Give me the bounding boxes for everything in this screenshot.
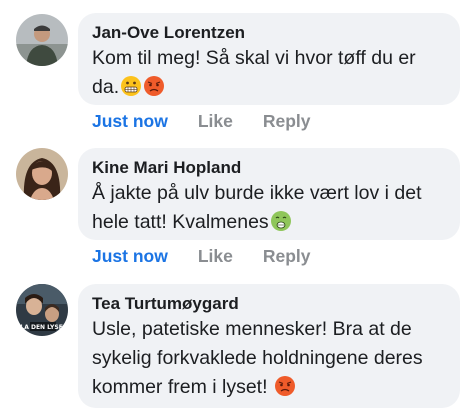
like-button[interactable]: Like bbox=[198, 246, 233, 266]
comment-bubble: Kine Mari Hopland Å jakte på ulv burde i… bbox=[78, 148, 460, 240]
avatar-photo bbox=[16, 148, 68, 200]
reply-button[interactable]: Reply bbox=[263, 111, 311, 131]
avatar[interactable]: LA DEN LYSE! bbox=[16, 284, 68, 336]
pouting-face-icon bbox=[144, 76, 165, 96]
comment-author[interactable]: Tea Turtumøygard bbox=[92, 293, 446, 315]
comment-actions: Just now Like Reply bbox=[92, 110, 341, 132]
comment-author[interactable]: Jan-Ove Lorentzen bbox=[92, 22, 446, 44]
comment-actions: Just now Like Reply bbox=[92, 245, 341, 267]
nauseated-face-icon bbox=[270, 211, 291, 231]
like-button[interactable]: Like bbox=[198, 111, 233, 131]
avatar-caption: LA DEN LYSE! bbox=[20, 324, 65, 331]
comment-text: Kom til meg! Så skal vi hvor tøff du er … bbox=[92, 44, 446, 102]
comment-text-content: Usle, patetiske mennesker! Bra at de syk… bbox=[92, 318, 423, 398]
comment-text: Å jakte på ulv burde ikke vært lov i det… bbox=[92, 179, 446, 237]
comment-author[interactable]: Kine Mari Hopland bbox=[92, 157, 446, 179]
timestamp-link[interactable]: Just now bbox=[92, 111, 168, 131]
grimacing-face-icon bbox=[121, 76, 142, 96]
avatar[interactable] bbox=[16, 14, 68, 66]
reply-button[interactable]: Reply bbox=[263, 246, 311, 266]
avatar-photo bbox=[16, 14, 68, 66]
pouting-face-icon bbox=[274, 376, 295, 396]
comment-bubble: Jan-Ove Lorentzen Kom til meg! Så skal v… bbox=[78, 13, 460, 105]
comment-text: Usle, patetiske mennesker! Bra at de syk… bbox=[92, 315, 446, 402]
timestamp-link[interactable]: Just now bbox=[92, 246, 168, 266]
avatar-photo: LA DEN LYSE! bbox=[16, 284, 68, 336]
comment-bubble: Tea Turtumøygard Usle, patetiske mennesk… bbox=[78, 284, 460, 408]
comment-text-content: Å jakte på ulv burde ikke vært lov i det… bbox=[92, 182, 422, 233]
avatar[interactable] bbox=[16, 148, 68, 200]
